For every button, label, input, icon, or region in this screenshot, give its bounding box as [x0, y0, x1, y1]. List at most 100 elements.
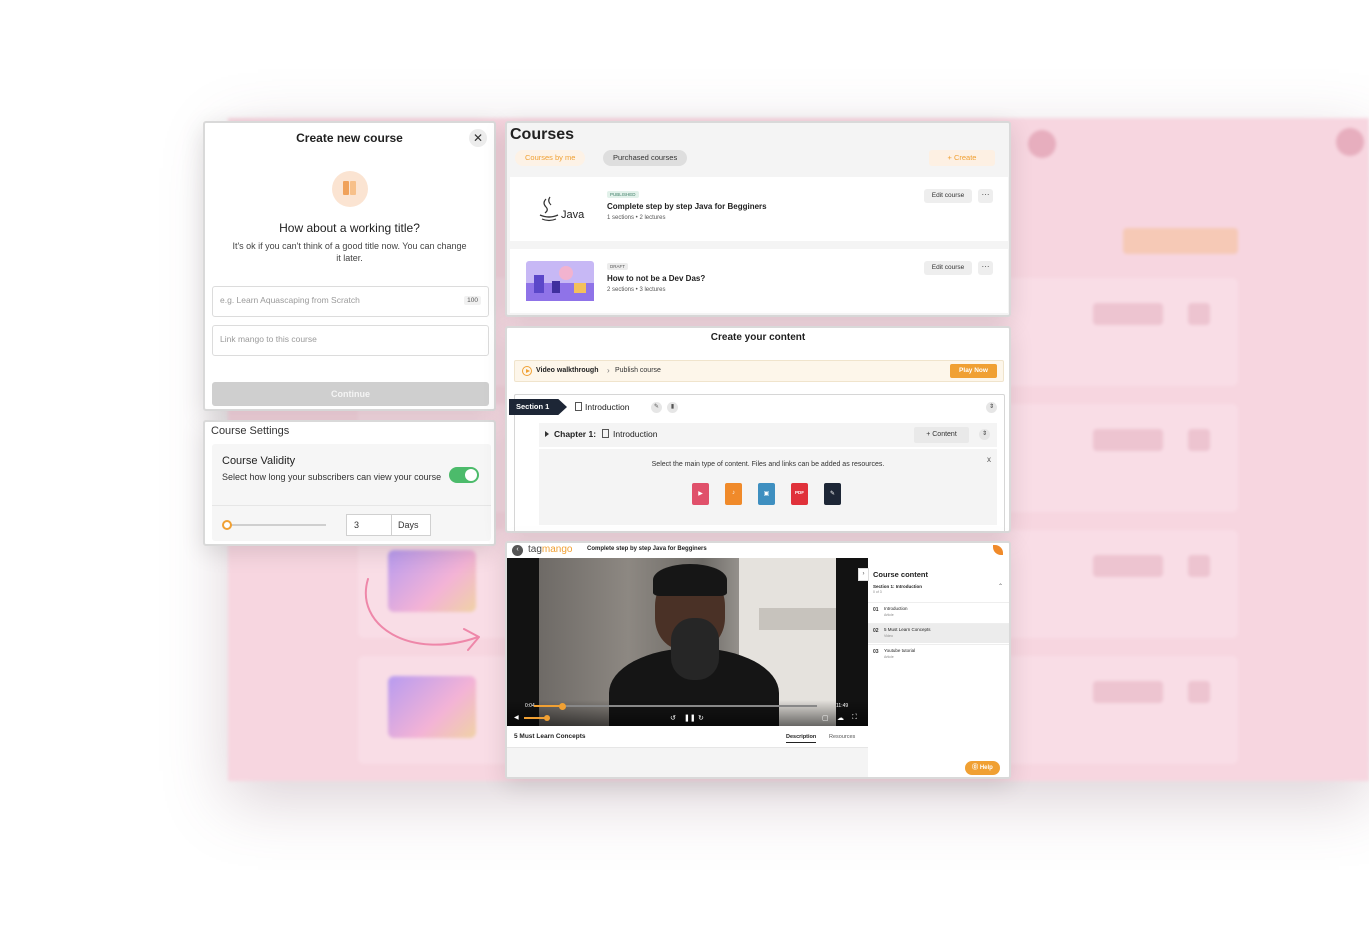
pause-icon[interactable]: ❚❚: [684, 714, 696, 722]
decorative-arrow-icon: [365, 578, 480, 651]
caret-right-icon[interactable]: [545, 431, 549, 437]
course-row[interactable]: Java PUBLISHED Complete step by step Jav…: [510, 177, 1008, 241]
mango-leaf-icon: [993, 545, 1003, 555]
course-title-placeholder: e.g. Learn Aquascaping from Scratch: [220, 295, 360, 305]
cast-icon[interactable]: ☁: [837, 714, 844, 722]
validity-slider-handle[interactable]: [222, 520, 232, 530]
add-content-button[interactable]: + Content: [914, 427, 969, 443]
chapter-label: Chapter 1:: [554, 429, 597, 439]
sidebar-title: Course content: [873, 570, 929, 579]
validity-toggle[interactable]: [449, 467, 479, 483]
section-card: Section 1 Introduction ✎ ▮ ⇕ Chapter 1: …: [509, 394, 1005, 531]
walkthrough-bar: Video walkthrough › Publish course Play …: [514, 360, 1004, 382]
lesson-title: 5 Must Learn Concepts: [514, 733, 586, 740]
tab-description[interactable]: Description: [786, 734, 817, 743]
edit-course-button[interactable]: Edit course: [924, 189, 972, 203]
background-edit-button: [1093, 681, 1163, 703]
brand-logo: tagmango: [528, 544, 573, 555]
divider: [212, 505, 491, 506]
background-edit-button: [1093, 555, 1163, 577]
reorder-icon[interactable]: ⇕: [979, 429, 990, 440]
trash-icon[interactable]: ▮: [667, 402, 678, 413]
book-icon: [332, 171, 368, 207]
document-icon: [602, 429, 609, 438]
section-tag: Section 1: [509, 399, 567, 415]
lesson-description-area: [507, 748, 868, 777]
course-title[interactable]: How to not be a Dev Das?: [607, 274, 705, 283]
pdf-file-icon[interactable]: PDF: [791, 483, 808, 505]
tab-purchased-courses[interactable]: Purchased courses: [603, 150, 688, 166]
rewind-icon[interactable]: ↺: [670, 714, 676, 722]
days-input[interactable]: 3: [346, 514, 392, 536]
background-avatar: [1028, 130, 1056, 158]
chapter-name: Introduction: [613, 429, 658, 439]
lock-icon[interactable]: ▢: [822, 714, 829, 722]
section-name: Introduction: [585, 402, 630, 412]
status-badge: PUBLISHED: [607, 191, 639, 198]
total-time: 11:49: [836, 703, 849, 709]
background-more-button: [1188, 555, 1210, 577]
back-arrow-icon[interactable]: ‹: [512, 545, 523, 556]
volume-handle[interactable]: [544, 715, 550, 721]
volume-track[interactable]: [524, 717, 546, 719]
tab-courses-by-me[interactable]: Courses by me: [515, 150, 586, 166]
char-limit-badge: 100: [464, 296, 481, 305]
background-more-button: [1188, 429, 1210, 451]
article-icon[interactable]: ✎: [824, 483, 841, 505]
background-edit-button: [1093, 429, 1163, 451]
close-icon[interactable]: ✕: [469, 129, 487, 147]
tab-resources[interactable]: Resources: [829, 734, 855, 740]
help-button[interactable]: ⓪ Help: [965, 761, 1000, 775]
create-course-button[interactable]: + Create: [929, 150, 995, 166]
content-builder-panel: Create your content Video walkthrough › …: [505, 326, 1011, 533]
edit-pencil-icon[interactable]: ✎: [651, 402, 662, 413]
validity-slider-track[interactable]: [226, 524, 326, 526]
course-title-input[interactable]: e.g. Learn Aquascaping from Scratch 100: [212, 286, 489, 317]
modal-headline: How about a working title?: [279, 221, 420, 235]
fullscreen-icon[interactable]: ⛶: [852, 714, 857, 722]
progress-handle[interactable]: [559, 703, 567, 710]
more-options-icon[interactable]: ···: [978, 189, 993, 203]
background-avatar: [1336, 128, 1364, 156]
course-player-panel: ‹ tagmango Complete step by step Java fo…: [505, 541, 1011, 779]
walkthrough-step: Publish course: [615, 367, 661, 374]
collapse-sidebar-icon[interactable]: ›: [858, 568, 869, 581]
edit-course-button[interactable]: Edit course: [924, 261, 972, 275]
lesson-item[interactable]: 01 Introduction Article: [868, 602, 1009, 622]
lesson-item[interactable]: 03 Youtube tutorial Article: [868, 644, 1009, 664]
content-type-picker: Select the main type of content. Files a…: [539, 449, 997, 525]
document-icon: [575, 402, 582, 411]
validity-description: Select how long your subscribers can vie…: [222, 472, 442, 482]
course-meta: 2 sections • 3 lectures: [607, 287, 666, 293]
course-title[interactable]: Complete step by step Java for Begginers: [607, 202, 767, 211]
java-logo: Java: [526, 189, 594, 229]
modal-subtext: It's ok if you can't think of a good tit…: [232, 241, 467, 263]
audio-file-icon[interactable]: ♪: [725, 483, 742, 505]
video-player[interactable]: 0:04 11:49 ◀ ↺ ❚❚ ↻ ▢ ☁ ⛶: [507, 558, 868, 726]
course-thumbnail: [526, 261, 594, 301]
forward-icon[interactable]: ↻: [698, 714, 704, 722]
video-file-icon[interactable]: ▶: [692, 483, 709, 505]
volume-icon[interactable]: ◀: [514, 714, 519, 721]
mango-link-select[interactable]: Link mango to this course: [212, 325, 489, 356]
sidebar-section[interactable]: Section 1: Introduction: [873, 584, 922, 589]
chevron-up-icon[interactable]: ⌃: [998, 583, 1003, 590]
play-now-button[interactable]: Play Now: [950, 364, 997, 378]
background-create-button: [1123, 228, 1238, 254]
player-course-title: Complete step by step Java for Begginers: [587, 546, 707, 552]
progress-track[interactable]: [534, 705, 817, 707]
lesson-item-active[interactable]: 02 5 Must Learn Concepts Video: [868, 623, 1009, 643]
course-settings-panel: Course Settings Course Validity Select h…: [203, 420, 496, 546]
lesson-bar: 5 Must Learn Concepts Description Resour…: [507, 726, 868, 748]
close-icon[interactable]: x: [987, 455, 991, 464]
more-options-icon[interactable]: ···: [978, 261, 993, 275]
reorder-icon[interactable]: ⇕: [986, 402, 997, 413]
sidebar-progress: 0 of 3: [873, 590, 882, 594]
background-edit-button: [1093, 303, 1163, 325]
course-row[interactable]: DRAFT How to not be a Dev Das? 2 section…: [510, 249, 1008, 313]
image-file-icon[interactable]: ▣: [758, 483, 775, 505]
course-content-sidebar: › Course content Section 1: Introduction…: [858, 558, 1009, 777]
video-controls: 0:04 11:49 ◀ ↺ ❚❚ ↻ ▢ ☁ ⛶: [507, 700, 868, 726]
chapter-row[interactable]: Chapter 1: Introduction + Content ⇕: [539, 423, 997, 447]
continue-button[interactable]: Continue: [212, 382, 489, 406]
